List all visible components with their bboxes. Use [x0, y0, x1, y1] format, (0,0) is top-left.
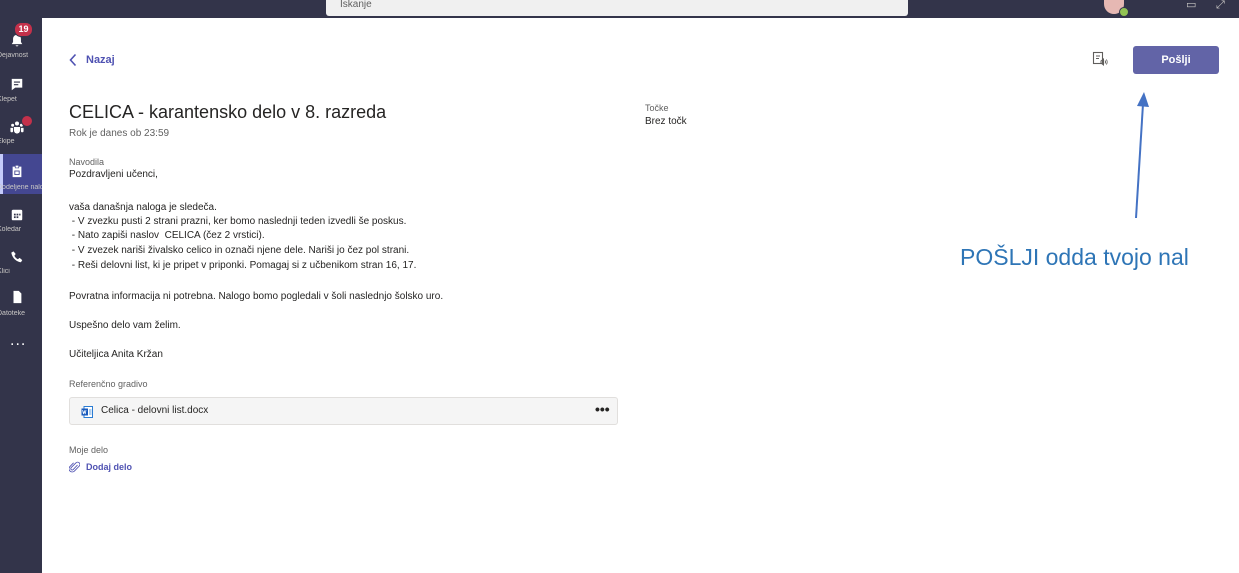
instruction-line: vaša današnja naloga je sledeča.	[69, 202, 217, 213]
rail-item-teams[interactable]: Ekipe	[0, 114, 42, 154]
top-bar: Iskanje ▭ ⤢	[0, 0, 1239, 18]
chat-icon	[11, 78, 23, 91]
reference-label: Referenčno gradivo	[69, 379, 148, 389]
rail-item-assignments[interactable]: Dodeljene naloge	[0, 154, 42, 194]
send-button[interactable]: Pošlji	[1133, 46, 1219, 74]
assignments-icon	[12, 164, 22, 178]
activity-badge: 19	[14, 22, 33, 37]
back-link[interactable]: Nazaj	[68, 53, 115, 67]
rail-label-calendar: Koledar	[0, 226, 22, 233]
assignment-title: CELICA - karantensko delo v 8. razreda	[69, 102, 387, 122]
instruction-line: Povratna informacija ni potrebna. Nalogo…	[69, 291, 444, 302]
phone-icon	[11, 251, 23, 263]
immersive-reader-icon[interactable]	[1092, 51, 1108, 67]
annotation-text: POŠLJI odda tvojo nal	[960, 244, 1189, 270]
search-input[interactable]: Iskanje	[326, 0, 908, 16]
due-date: Rok je danes ob 23:59	[69, 128, 170, 139]
minimize-icon[interactable]: ▭	[1186, 0, 1196, 11]
word-doc-icon	[81, 406, 93, 418]
add-work-button[interactable]: Dodaj delo	[69, 461, 132, 473]
calendar-icon	[11, 209, 23, 221]
instruction-line: Učiteljica Anita Kržan	[69, 349, 163, 360]
attachment-name: Celica - delovni list.docx	[101, 405, 209, 416]
points-value: Brez točk	[645, 116, 687, 127]
attachment-card[interactable]: Celica - delovni list.docx •••	[69, 397, 618, 425]
instruction-line: Uspešno delo vam želim.	[69, 320, 181, 331]
instruction-line: - Nato zapiši naslov CELICA (čez 2 vrsti…	[69, 230, 265, 241]
rail-label-calls: Klici	[0, 268, 10, 275]
instruction-line: - V zvezek nariši živalsko celico in ozn…	[69, 245, 410, 256]
more-apps-icon[interactable]: ...	[10, 332, 26, 350]
rail-item-calendar[interactable]: Koledar	[0, 204, 42, 244]
maximize-icon[interactable]: ⤢	[1216, 0, 1225, 11]
rail-label-assignments: Dodeljene naloge	[0, 184, 42, 191]
search-text: Iskanje	[340, 0, 372, 10]
rail-label-chat: Klepet	[0, 96, 17, 103]
instructions-label: Navodila	[69, 157, 105, 167]
rail-item-activity[interactable]: 19 Dejavnost	[0, 22, 42, 64]
teams-notification-icon	[21, 115, 33, 127]
instruction-line: - V zvezku pusti 2 strani prazni, ker bo…	[69, 216, 407, 227]
file-icon	[13, 290, 22, 304]
rail-label-teams: Ekipe	[0, 138, 15, 145]
app-rail: 19 Dejavnost Klepet Ekipe Dodeljene nalo…	[0, 18, 42, 573]
rail-label-files: Datoteke	[0, 310, 26, 317]
instruction-line: - Reši delovni list, ki je pripet v prip…	[69, 260, 417, 271]
rail-label-activity: Dejavnost	[0, 52, 29, 59]
add-work-label: Dodaj delo	[86, 462, 133, 472]
rail-item-calls[interactable]: Klici	[0, 244, 42, 284]
paperclip-icon	[69, 461, 80, 473]
points-label: Točke	[645, 103, 669, 113]
back-label: Nazaj	[86, 54, 115, 66]
rail-item-files[interactable]: Datoteke	[0, 286, 42, 326]
annotation-arrow-icon	[1135, 92, 1149, 219]
my-work-label: Moje delo	[69, 445, 109, 455]
rail-item-chat[interactable]: Klepet	[0, 74, 42, 114]
chevron-left-icon	[69, 53, 77, 67]
more-options-icon[interactable]: •••	[595, 401, 610, 417]
presence-available-icon	[1119, 7, 1129, 17]
instruction-line: Pozdravljeni učenci,	[69, 169, 158, 180]
